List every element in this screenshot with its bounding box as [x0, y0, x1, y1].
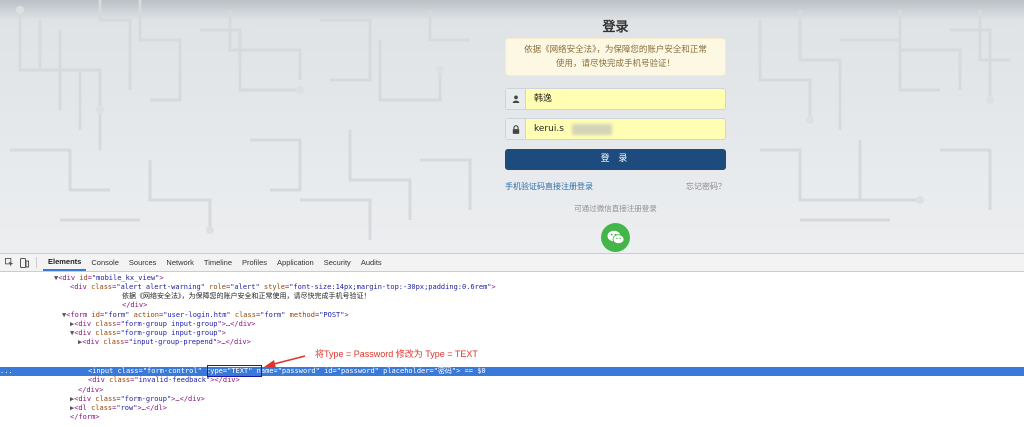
login-button[interactable]: 登 录 [505, 149, 726, 170]
redacted-blur [572, 124, 612, 135]
tab-application[interactable]: Application [272, 254, 319, 271]
forgot-password-link[interactable]: 忘记密码？ [686, 181, 726, 192]
device-toolbar-icon[interactable] [18, 257, 30, 269]
tab-sources[interactable]: Sources [124, 254, 162, 271]
lock-icon [506, 119, 526, 139]
username-input[interactable]: 韩逸 [526, 89, 725, 109]
tab-security[interactable]: Security [319, 254, 356, 271]
inspect-element-icon[interactable] [3, 257, 15, 269]
tab-network[interactable]: Network [161, 254, 199, 271]
tab-audits[interactable]: Audits [356, 254, 387, 271]
tab-elements[interactable]: Elements [43, 254, 87, 271]
tab-timeline[interactable]: Timeline [199, 254, 237, 271]
alert-text-line-1: 依据《网络安全法》，为保障您的账户安全和正常 [524, 45, 707, 55]
wechat-tip: 可通过微信直接注册登录 [574, 204, 657, 213]
login-card: 登录 依据《网络安全法》，为保障您的账户安全和正常 使用，请尽快完成手机号验证！… [505, 0, 726, 253]
login-page: 登录 依据《网络安全法》，为保障您的账户安全和正常 使用，请尽快完成手机号验证！… [0, 0, 1024, 253]
devtools-panel: Elements Console Sources Network Timelin… [0, 253, 1024, 421]
annotation-arrow-icon [264, 355, 306, 368]
login-title: 登录 [602, 20, 629, 35]
tab-console[interactable]: Console [86, 254, 124, 271]
devtools-toolbar: Elements Console Sources Network Timelin… [0, 254, 1024, 272]
user-icon [506, 89, 526, 109]
wechat-login-button[interactable] [601, 223, 630, 252]
sms-login-link[interactable]: 手机验证码直接注册登录 [505, 181, 593, 192]
password-field[interactable]: kerui.s [505, 118, 726, 140]
wechat-icon [607, 230, 624, 245]
alert-text-line-2: 使用，请尽快完成手机号验证！ [555, 59, 675, 69]
toolbar-divider [36, 257, 37, 268]
alert-warning: 依据《网络安全法》，为保障您的账户安全和正常 使用，请尽快完成手机号验证！ [505, 38, 726, 76]
password-value: kerui.s [534, 124, 564, 134]
password-input[interactable]: kerui.s [526, 119, 725, 139]
username-field[interactable]: 韩逸 [505, 88, 726, 110]
tab-profiles[interactable]: Profiles [237, 254, 272, 271]
